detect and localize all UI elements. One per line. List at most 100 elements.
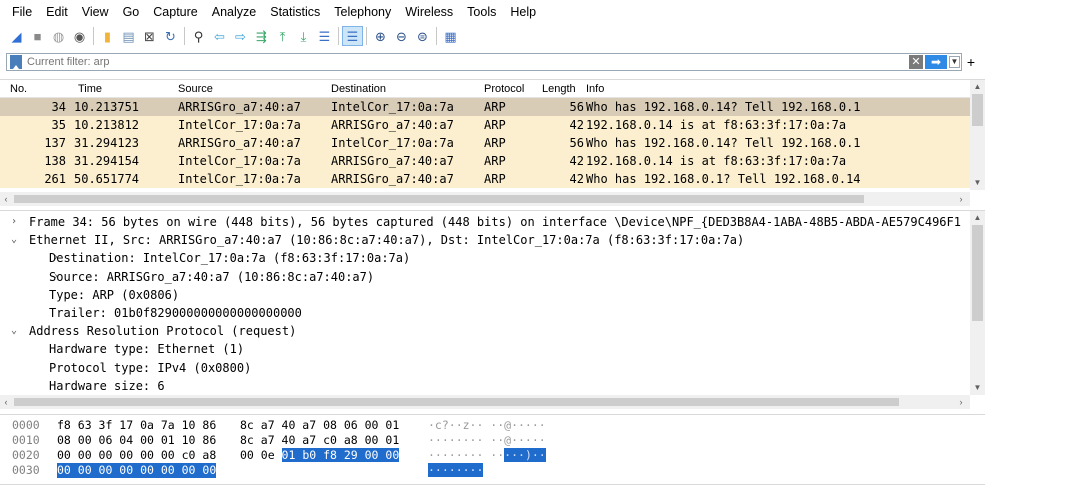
apply-filter-icon[interactable]: ➡ bbox=[925, 55, 947, 69]
packet-cell-source: IntelCor_17:0a:7a bbox=[178, 172, 301, 186]
packet-row[interactable]: 138 31.294154 IntelCor_17:0a:7a ARRISGro_a7… bbox=[0, 152, 970, 170]
chevron-down-icon[interactable]: ▼ bbox=[949, 56, 960, 68]
packet-cell-length: 42 bbox=[569, 172, 584, 186]
bytes-hex-group-1[interactable]: 00 00 00 00 00 00 c0 a8 bbox=[57, 448, 216, 463]
packet-list-vertical-scrollbar[interactable]: ▲ ▼ bbox=[970, 80, 985, 190]
details-tree-item[interactable]: Protocol type: IPv4 (0x0800) bbox=[0, 359, 970, 377]
scroll-left-icon[interactable]: ‹ bbox=[0, 395, 12, 409]
scroll-down-icon[interactable]: ▼ bbox=[970, 381, 985, 395]
details-tree-item[interactable]: Type: ARP (0x0806) bbox=[0, 286, 970, 304]
collapse-arrow-icon[interactable]: ⌄ bbox=[8, 322, 20, 340]
go-first-packet-icon[interactable]: ⤒ bbox=[272, 26, 293, 46]
go-forward-icon[interactable]: ⇨ bbox=[230, 26, 251, 46]
column-header-source[interactable]: Source bbox=[178, 80, 213, 98]
menu-wireless[interactable]: Wireless bbox=[399, 0, 461, 24]
expand-arrow-icon[interactable]: › bbox=[8, 213, 20, 231]
zoom-normal-icon[interactable]: ⊜ bbox=[412, 26, 433, 46]
menu-capture[interactable]: Capture bbox=[147, 0, 205, 24]
scroll-down-icon[interactable]: ▼ bbox=[970, 176, 985, 190]
menu-statistics[interactable]: Statistics bbox=[264, 0, 328, 24]
stop-capture-icon[interactable]: ■ bbox=[27, 26, 48, 46]
packet-row[interactable]: 137 31.294123 ARRISGro_a7:40:a7 IntelCor_17… bbox=[0, 134, 970, 152]
packet-row[interactable]: 261 50.651774 IntelCor_17:0a:7a ARRISGro_a7… bbox=[0, 170, 970, 188]
scroll-up-icon[interactable]: ▲ bbox=[970, 211, 985, 225]
bytes-hex-group-2[interactable]: 00 0e 01 b0 f8 29 00 00 bbox=[240, 448, 400, 463]
restart-capture-icon[interactable]: ◍ bbox=[48, 26, 69, 46]
bytes-hex-group-1[interactable]: f8 63 3f 17 0a 7a 10 86 bbox=[57, 418, 216, 433]
resize-columns-icon[interactable]: ▦ bbox=[440, 26, 461, 46]
bytes-ascii[interactable]: ········ bbox=[428, 463, 484, 478]
scroll-right-icon[interactable]: › bbox=[955, 192, 967, 206]
packet-cell-time: 50.651774 bbox=[74, 172, 140, 186]
scroll-thumb[interactable] bbox=[972, 225, 983, 321]
menu-file[interactable]: File bbox=[6, 0, 40, 24]
bytes-hex-group-1[interactable]: 00 00 00 00 00 00 00 00 bbox=[57, 463, 217, 478]
menu-edit[interactable]: Edit bbox=[40, 0, 76, 24]
details-horizontal-scrollbar[interactable]: ‹ › bbox=[0, 395, 970, 409]
bytes-hex-group-2[interactable]: 8c a7 40 a7 08 06 00 01 bbox=[240, 418, 399, 433]
packet-cell-protocol: ARP bbox=[484, 118, 506, 132]
menu-help[interactable]: Help bbox=[504, 0, 544, 24]
menu-telephony[interactable]: Telephony bbox=[328, 0, 399, 24]
add-filter-button[interactable]: + bbox=[964, 54, 978, 70]
display-filter-bar: ✕ ➡ ▼ + bbox=[6, 53, 978, 71]
details-tree-item[interactable]: Hardware type: Ethernet (1) bbox=[0, 340, 970, 358]
menu-go[interactable]: Go bbox=[117, 0, 148, 24]
collapse-arrow-icon[interactable]: ⌄ bbox=[8, 231, 20, 249]
display-filter-input[interactable] bbox=[27, 55, 727, 69]
packet-cell-protocol: ARP bbox=[484, 154, 506, 168]
reload-file-icon[interactable]: ↻ bbox=[160, 26, 181, 46]
zoom-out-icon[interactable]: ⊖ bbox=[391, 26, 412, 46]
packet-list-horizontal-scrollbar[interactable]: ‹ › bbox=[0, 192, 970, 206]
details-vertical-scrollbar[interactable]: ▲ ▼ bbox=[970, 211, 985, 395]
menu-tools[interactable]: Tools bbox=[461, 0, 504, 24]
details-tree-item[interactable]: › Source: ARRISGro_a7:40:a7 (10:86:8c:a7:… bbox=[0, 268, 970, 286]
bytes-ascii[interactable]: ········ ·····)·· bbox=[428, 448, 546, 463]
status-bar bbox=[0, 484, 985, 496]
packet-cell-info: Who has 192.168.0.14? Tell 192.168.0.1 bbox=[586, 136, 861, 150]
column-header-destination[interactable]: Destination bbox=[331, 80, 386, 98]
scroll-up-icon[interactable]: ▲ bbox=[970, 80, 985, 94]
find-packet-icon[interactable]: ⚲ bbox=[188, 26, 209, 46]
wireshark-window: File Edit View Go Capture Analyze Statistics Te… bbox=[0, 0, 985, 496]
open-file-icon[interactable]: ▮ bbox=[97, 26, 118, 46]
go-to-packet-icon[interactable]: ⇶ bbox=[251, 26, 272, 46]
save-file-icon[interactable]: ▤ bbox=[118, 26, 139, 46]
autoscroll-icon[interactable]: ☰ bbox=[314, 26, 335, 46]
bytes-hex-group-1[interactable]: 08 00 06 04 00 01 10 86 bbox=[57, 433, 216, 448]
details-tree-item[interactable]: ⌄ Ethernet II, Src: ARRISGro_a7:40:a7 (10… bbox=[0, 231, 970, 249]
bytes-hex-group-2[interactable]: 8c a7 40 a7 c0 a8 00 01 bbox=[240, 433, 399, 448]
scroll-thumb[interactable] bbox=[972, 94, 983, 126]
close-file-icon[interactable]: ⊠ bbox=[139, 26, 160, 46]
packet-row[interactable]: 34 10.213751 ARRISGro_a7:40:a7 IntelCor_17:… bbox=[0, 98, 970, 116]
filter-bookmark-icon[interactable] bbox=[10, 55, 22, 69]
bytes-ascii[interactable]: ········ ··@····· bbox=[428, 433, 546, 448]
details-tree-item[interactable]: Trailer: 01b0f829000000000000000000 bbox=[0, 304, 970, 322]
details-tree-item[interactable]: ⌄ Address Resolution Protocol (request) bbox=[0, 322, 970, 340]
menu-view[interactable]: View bbox=[76, 0, 117, 24]
scroll-left-icon[interactable]: ‹ bbox=[0, 192, 12, 206]
column-header-time[interactable]: Time bbox=[78, 80, 102, 98]
go-last-packet-icon[interactable]: ⤓ bbox=[293, 26, 314, 46]
scroll-right-icon[interactable]: › bbox=[955, 395, 967, 409]
go-back-icon[interactable]: ⇦ bbox=[209, 26, 230, 46]
packet-cell-source: IntelCor_17:0a:7a bbox=[178, 118, 301, 132]
shark-fin-start-icon[interactable]: ◢ bbox=[6, 26, 27, 46]
clear-filter-icon[interactable]: ✕ bbox=[909, 55, 923, 69]
capture-options-icon[interactable]: ◉ bbox=[69, 26, 90, 46]
column-header-no[interactable]: No. bbox=[10, 80, 27, 98]
column-header-length[interactable]: Length bbox=[542, 80, 576, 98]
column-header-info[interactable]: Info bbox=[586, 80, 604, 98]
scroll-thumb[interactable] bbox=[14, 398, 899, 406]
menu-analyze[interactable]: Analyze bbox=[206, 0, 264, 24]
colorize-icon[interactable]: ☰ bbox=[342, 26, 363, 46]
column-header-protocol[interactable]: Protocol bbox=[484, 80, 524, 98]
details-tree-item[interactable]: Hardware size: 6 bbox=[0, 377, 970, 395]
scroll-thumb[interactable] bbox=[14, 195, 864, 203]
zoom-in-icon[interactable]: ⊕ bbox=[370, 26, 391, 46]
packet-list-pane: No. Time Source Destination Protocol Len… bbox=[0, 79, 985, 206]
bytes-ascii[interactable]: ·c?··z·· ··@····· bbox=[428, 418, 546, 433]
details-tree-item[interactable]: › Destination: IntelCor_17:0a:7a (f8:63:3… bbox=[0, 249, 970, 267]
packet-row[interactable]: 35 10.213812 IntelCor_17:0a:7a ARRISGro_a7:… bbox=[0, 116, 970, 134]
details-tree-item[interactable]: › Frame 34: 56 bytes on wire (448 bits), … bbox=[0, 213, 970, 231]
